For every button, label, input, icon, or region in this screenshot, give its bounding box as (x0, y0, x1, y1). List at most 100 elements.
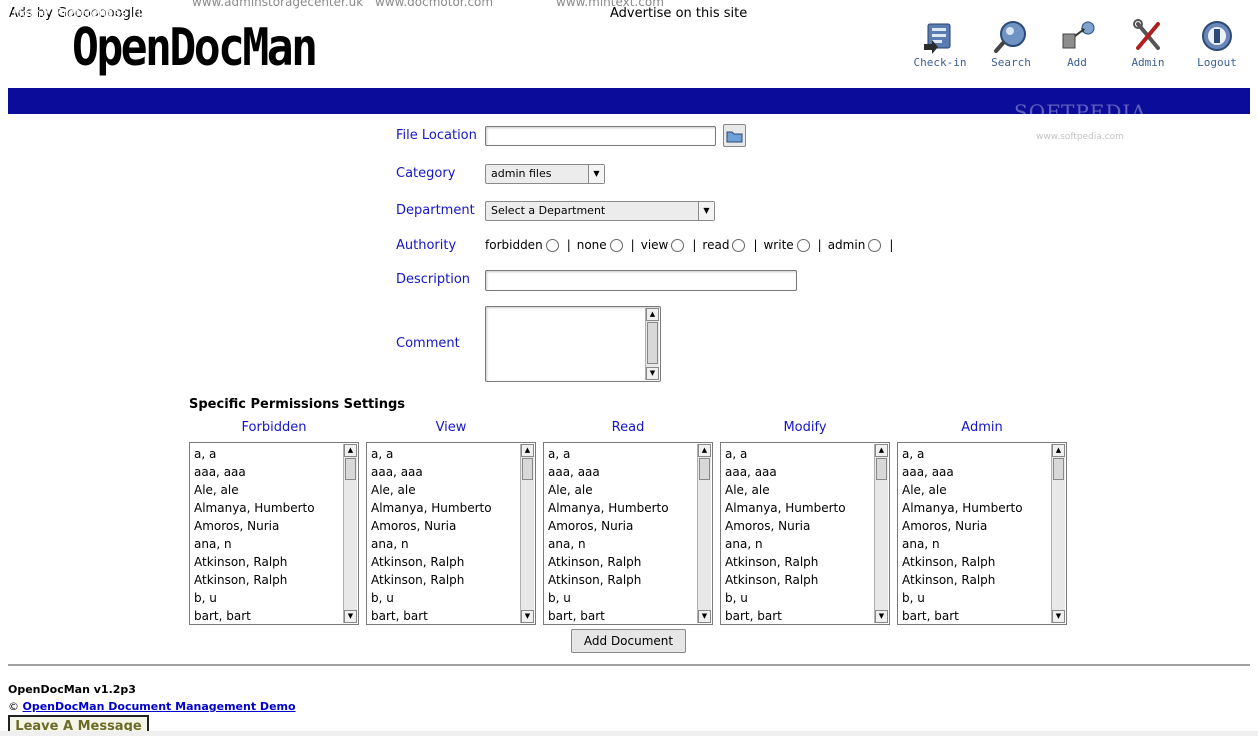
perm-user-option[interactable]: Amoros, Nuria (725, 517, 889, 535)
perm-user-option[interactable]: Amoros, Nuria (548, 517, 712, 535)
authority-radio-read[interactable] (732, 238, 746, 252)
perm-user-option[interactable]: Ale, ale (725, 481, 889, 499)
perm-user-option[interactable]: Ale, ale (194, 481, 358, 499)
browse-button[interactable] (723, 124, 746, 147)
perm-user-option[interactable]: Atkinson, Ralph (371, 571, 535, 589)
perm-list-scrollbar[interactable]: ▲ ▼ (343, 444, 357, 623)
perm-user-option[interactable]: ana, n (371, 535, 535, 553)
perm-list-read[interactable]: a, a aaa, aaa Ale, ale Almanya, Humberto Amo… (543, 442, 713, 625)
perm-user-option[interactable]: a, a (548, 445, 712, 463)
authority-radio-none[interactable] (609, 238, 623, 252)
perm-list-modify[interactable]: a, a aaa, aaa Ale, ale Almanya, Humberto Amo… (720, 442, 890, 625)
ad-url[interactable]: www.docmotor.com (375, 0, 493, 9)
perm-user-option[interactable]: Ale, ale (548, 481, 712, 499)
authority-radio-admin[interactable] (868, 238, 882, 252)
category-select[interactable]: admin files ▼ (485, 164, 605, 184)
perm-list-scrollbar[interactable]: ▲ ▼ (874, 444, 888, 623)
search-button[interactable]: Search (976, 18, 1046, 69)
perm-user-option[interactable]: Atkinson, Ralph (725, 571, 889, 589)
perm-user-option[interactable]: b, u (902, 589, 1066, 607)
perm-user-option[interactable]: b, u (371, 589, 535, 607)
file-location-input[interactable] (485, 126, 716, 146)
perm-user-option[interactable]: aaa, aaa (548, 463, 712, 481)
perm-user-option[interactable]: Ale, ale (371, 481, 535, 499)
scroll-up-icon[interactable]: ▲ (875, 444, 888, 457)
perm-user-option[interactable]: Atkinson, Ralph (548, 571, 712, 589)
perm-user-option[interactable]: a, a (194, 445, 358, 463)
perm-user-option[interactable]: Amoros, Nuria (902, 517, 1066, 535)
scroll-down-icon[interactable]: ▼ (344, 610, 357, 623)
perm-list-forbidden[interactable]: a, a aaa, aaa Ale, ale Almanya, Humberto Amo… (189, 442, 359, 625)
perm-user-option[interactable]: bart, bart (548, 607, 712, 624)
scroll-up-icon[interactable]: ▲ (344, 444, 357, 457)
perm-list-admin[interactable]: a, a aaa, aaa Ale, ale Almanya, Humberto Amo… (897, 442, 1067, 625)
scroll-down-icon[interactable]: ▼ (646, 367, 659, 380)
check-in-button[interactable]: Check-in (905, 18, 975, 69)
scroll-down-icon[interactable]: ▼ (875, 610, 888, 623)
scroll-thumb[interactable] (699, 458, 710, 480)
add-button[interactable]: Add (1042, 18, 1112, 69)
admin-button[interactable]: Admin (1113, 18, 1183, 69)
scroll-down-icon[interactable]: ▼ (698, 610, 711, 623)
perm-user-option[interactable]: Almanya, Humberto (194, 499, 358, 517)
perm-user-option[interactable]: bart, bart (725, 607, 889, 624)
comment-scrollbar[interactable]: ▲ ▼ (645, 308, 659, 380)
perm-user-option[interactable]: ana, n (194, 535, 358, 553)
perm-user-option[interactable]: Atkinson, Ralph (902, 553, 1066, 571)
perm-user-option[interactable]: ana, n (548, 535, 712, 553)
perm-user-option[interactable]: aaa, aaa (194, 463, 358, 481)
perm-user-option[interactable]: a, a (371, 445, 535, 463)
scroll-down-icon[interactable]: ▼ (521, 610, 534, 623)
scroll-thumb[interactable] (1053, 458, 1064, 480)
department-select[interactable]: Select a Department ▼ (485, 201, 715, 221)
perm-user-option[interactable]: Amoros, Nuria (194, 517, 358, 535)
nav-add-new-document[interactable]: Add new document (233, 6, 349, 20)
perm-user-option[interactable]: Almanya, Humberto (548, 499, 712, 517)
comment-textarea[interactable]: ▲ ▼ (485, 306, 661, 382)
description-input[interactable] (485, 270, 797, 291)
perm-user-option[interactable]: Atkinson, Ralph (371, 553, 535, 571)
perm-user-option[interactable]: Almanya, Humberto (902, 499, 1066, 517)
nav-preferences[interactable]: Preferences (56, 6, 127, 20)
scroll-down-icon[interactable]: ▼ (1052, 610, 1065, 623)
perm-user-option[interactable]: a, a (725, 445, 889, 463)
app-logo[interactable]: OpenDocMan (72, 22, 318, 74)
advertise-link[interactable]: Advertise on this site (610, 6, 747, 21)
perm-list-view[interactable]: a, a aaa, aaa Ale, ale Almanya, Humberto Amo… (366, 442, 536, 625)
perm-user-option[interactable]: Atkinson, Ralph (194, 553, 358, 571)
perm-user-option[interactable]: Atkinson, Ralph (194, 571, 358, 589)
scroll-thumb[interactable] (647, 322, 658, 364)
scroll-up-icon[interactable]: ▲ (521, 444, 534, 457)
perm-user-option[interactable]: Atkinson, Ralph (902, 571, 1066, 589)
perm-user-option[interactable]: aaa, aaa (725, 463, 889, 481)
nav-home[interactable]: Home (13, 6, 48, 20)
perm-user-option[interactable]: Atkinson, Ralph (548, 553, 712, 571)
nav-help[interactable]: Help (132, 6, 159, 20)
scroll-up-icon[interactable]: ▲ (698, 444, 711, 457)
perm-user-option[interactable]: b, u (548, 589, 712, 607)
perm-user-option[interactable]: ana, n (725, 535, 889, 553)
perm-user-option[interactable]: Amoros, Nuria (371, 517, 535, 535)
perm-user-option[interactable]: bart, bart (902, 607, 1066, 624)
scroll-up-icon[interactable]: ▲ (646, 308, 659, 321)
authority-radio-forbidden[interactable] (545, 238, 559, 252)
perm-user-option[interactable]: Atkinson, Ralph (725, 553, 889, 571)
scroll-thumb[interactable] (876, 458, 887, 480)
scroll-up-icon[interactable]: ▲ (1052, 444, 1065, 457)
add-document-button[interactable]: Add Document (571, 629, 686, 653)
authority-radio-view[interactable] (671, 238, 685, 252)
perm-user-option[interactable]: aaa, aaa (371, 463, 535, 481)
perm-user-option[interactable]: aaa, aaa (902, 463, 1066, 481)
perm-user-option[interactable]: b, u (194, 589, 358, 607)
perm-list-scrollbar[interactable]: ▲ ▼ (520, 444, 534, 623)
perm-user-option[interactable]: bart, bart (194, 607, 358, 624)
perm-user-option[interactable]: Almanya, Humberto (371, 499, 535, 517)
perm-user-option[interactable]: b, u (725, 589, 889, 607)
perm-user-option[interactable]: bart, bart (371, 607, 535, 624)
perm-list-scrollbar[interactable]: ▲ ▼ (1051, 444, 1065, 623)
logout-button[interactable]: Logout (1182, 18, 1252, 69)
perm-user-option[interactable]: ana, n (902, 535, 1066, 553)
footer-link[interactable]: OpenDocMan Document Management Demo (23, 700, 296, 713)
perm-user-option[interactable]: Ale, ale (902, 481, 1066, 499)
perm-user-option[interactable]: a, a (902, 445, 1066, 463)
